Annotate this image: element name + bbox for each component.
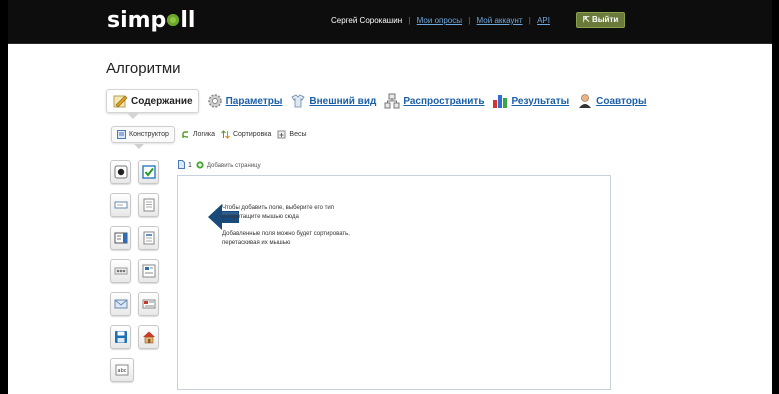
page-bar: 1 Добавить страницу <box>178 160 261 171</box>
textarea-field-icon[interactable] <box>138 193 159 217</box>
dropdown-field-icon[interactable] <box>110 226 131 250</box>
subtab-logic-label: Логика <box>192 131 215 138</box>
tab-distribute[interactable]: Распространить <box>384 93 484 109</box>
sub-tabs: Конструктор Логика Сортировка Весы <box>111 126 313 143</box>
abc-text-field-icon[interactable]: abc <box>110 358 134 382</box>
subtab-weights[interactable]: Весы <box>277 130 307 139</box>
sort-icon <box>221 130 230 139</box>
branch-icon <box>181 130 190 139</box>
matrix-field-icon[interactable] <box>138 259 159 283</box>
my-account-link[interactable]: Мой аккаунт <box>477 16 523 25</box>
list-field-icon[interactable] <box>138 226 159 250</box>
api-link[interactable]: API <box>537 16 550 25</box>
tab-parameters[interactable]: Параметры <box>207 93 283 109</box>
text-line-field-icon[interactable] <box>110 193 131 217</box>
window-frame-left <box>0 0 8 394</box>
tab-appearance[interactable]: Внешний вид <box>290 93 376 109</box>
tab-distribute-label[interactable]: Распространить <box>403 96 484 107</box>
person-icon <box>577 93 593 109</box>
hint-line-1: Чтобы добавить поле, выберите его тип <box>222 205 334 211</box>
active-tab-pointer <box>127 113 139 119</box>
subtab-constructor-label: Конструктор <box>129 131 169 138</box>
hint-line-4: перетаскивая их мышью <box>222 240 291 246</box>
tab-parameters-label[interactable]: Параметры <box>226 96 283 107</box>
drop-hint: Чтобы добавить поле, выберите его тип и п… <box>222 204 442 256</box>
tab-coauthors-label[interactable]: Соавторы <box>596 96 646 107</box>
scales-icon <box>277 130 286 139</box>
tshirt-icon <box>290 93 306 109</box>
field-palette: abc <box>110 160 166 391</box>
hint-line-2: и перетащите мышью сюда <box>222 214 299 220</box>
logo[interactable]: simp ll <box>107 8 195 33</box>
window-frame-right <box>772 0 779 394</box>
email-field-icon[interactable] <box>110 292 131 316</box>
add-page-icon[interactable] <box>196 160 204 171</box>
save-field-icon[interactable] <box>110 325 131 349</box>
radio-field-icon[interactable] <box>110 160 131 184</box>
page-icon <box>178 160 185 171</box>
user-name: Сергей Сорокашин <box>331 16 403 25</box>
subtab-constructor[interactable]: Конструктор <box>111 126 175 143</box>
subtab-sorting-label: Сортировка <box>232 131 272 138</box>
logout-icon: ⇱ <box>583 15 592 24</box>
rating-field-icon[interactable] <box>110 259 131 283</box>
main-tabs: Содержание Параметры Внешний вид Распрос… <box>106 89 655 113</box>
pencil-note-icon <box>112 93 128 109</box>
tab-content[interactable]: Содержание <box>106 89 199 113</box>
checkbox-field-icon[interactable] <box>138 160 159 184</box>
tab-results[interactable]: Результаты <box>492 93 569 109</box>
network-icon <box>384 93 400 109</box>
my-surveys-link[interactable]: Мои опросы <box>417 16 462 25</box>
subtab-sorting[interactable]: Сортировка <box>221 130 271 139</box>
home-field-icon[interactable] <box>138 325 159 349</box>
add-page-link[interactable]: Добавить страницу <box>207 163 261 169</box>
tab-appearance-label[interactable]: Внешний вид <box>309 96 376 107</box>
bar-chart-icon <box>492 93 508 109</box>
form-icon <box>117 130 126 139</box>
page-number[interactable]: 1 <box>188 162 192 169</box>
logo-dot-icon <box>167 14 180 26</box>
gear-icon <box>207 93 223 109</box>
tab-coauthors[interactable]: Соавторы <box>577 93 647 109</box>
active-subtab-pointer <box>134 144 144 149</box>
drop-zone[interactable]: Чтобы добавить поле, выберите его тип и п… <box>177 175 611 390</box>
subtab-weights-label: Весы <box>289 131 307 138</box>
hint-line-3: Добавленные поля можно будет сортировать… <box>222 231 350 237</box>
top-bar: simp ll Сергей Сорокашин | Мои опросы | М… <box>8 0 772 44</box>
tab-results-label[interactable]: Результаты <box>511 96 569 107</box>
subtab-logic[interactable]: Логика <box>181 130 215 139</box>
top-nav: Сергей Сорокашин | Мои опросы | Мой акка… <box>331 16 550 25</box>
date-field-icon[interactable] <box>138 292 159 316</box>
svg-text:abc: abc <box>118 368 127 374</box>
logout-button[interactable]: ⇱ Выйти <box>576 12 626 28</box>
page-title: Алгоритми <box>106 60 181 77</box>
tab-content-label: Содержание <box>131 95 193 107</box>
